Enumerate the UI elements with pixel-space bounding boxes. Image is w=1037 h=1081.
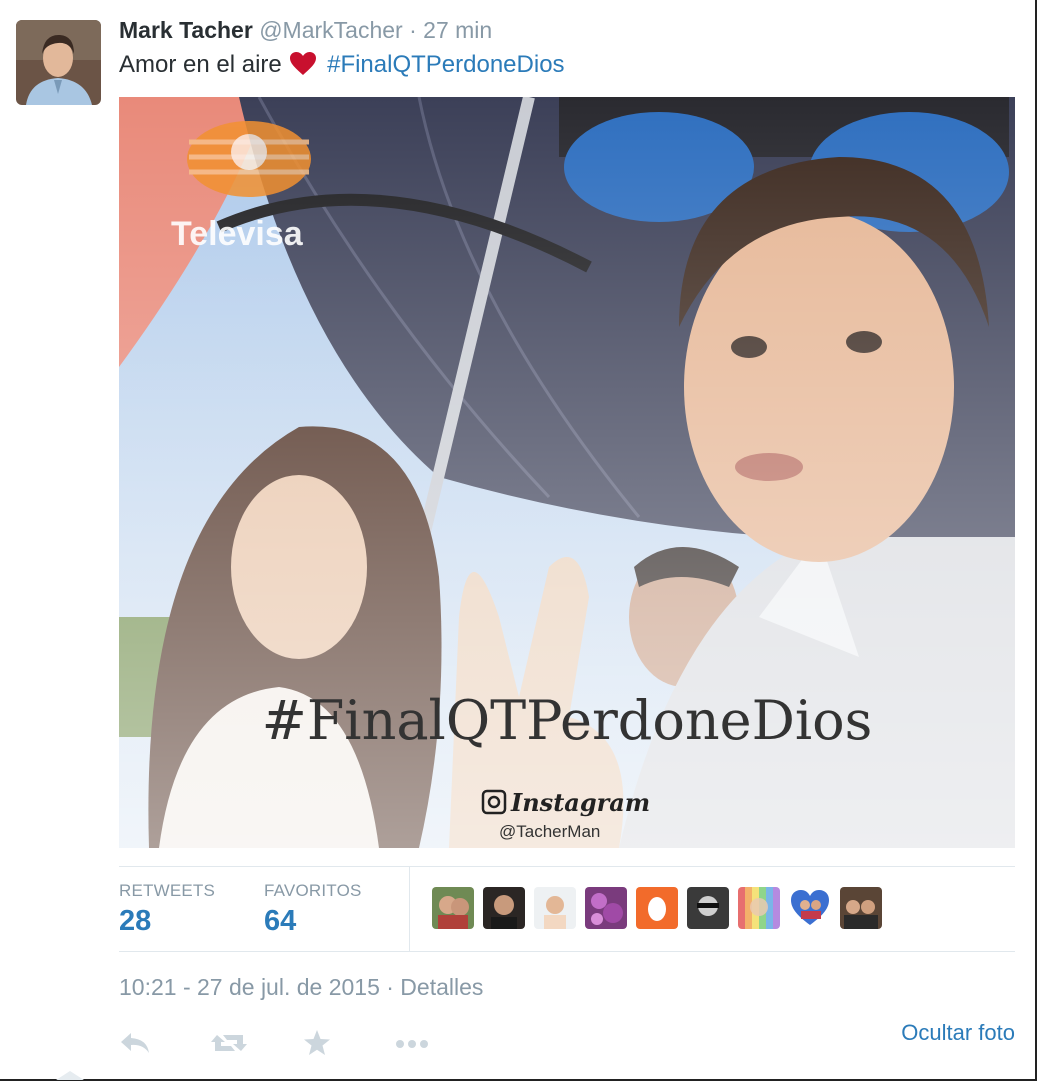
retweets-count: 28 <box>119 905 152 937</box>
photo-overlay-hashtag: #FinalQTPerdoneDios <box>262 689 873 752</box>
tweet-body: Amor en el aire <box>119 51 282 78</box>
tweet-text: Amor en el aire #FinalQTPerdoneDios <box>119 48 565 86</box>
author-handle[interactable]: @MarkTacher <box>259 17 403 43</box>
avatar[interactable] <box>483 887 525 929</box>
avatar[interactable] <box>840 887 882 929</box>
retweet-button[interactable] <box>211 1030 303 1060</box>
favorites-count: 64 <box>264 905 297 937</box>
instagram-label: Instagram <box>510 788 650 817</box>
more-button[interactable] <box>395 1030 487 1060</box>
tweet-timestamp[interactable]: 10:21 - 27 de jul. de 2015 · Detalles <box>119 974 483 1001</box>
favorite-button[interactable] <box>303 1029 395 1061</box>
author-name[interactable]: Mark Tacher <box>119 17 253 43</box>
avatar[interactable] <box>585 887 627 929</box>
reply-icon <box>119 1031 151 1060</box>
tweet-stats: RETWEETS 28 FAVORITOS 64 <box>119 866 1015 952</box>
avatar[interactable] <box>687 887 729 929</box>
avatar[interactable] <box>636 887 678 929</box>
header-separator: · <box>409 17 417 43</box>
tweet-actions <box>119 1029 487 1061</box>
favoriters-list <box>432 887 882 929</box>
retweet-icon <box>211 1031 247 1060</box>
tweet-photo[interactable]: Televisa #FinalQTPerdoneDios Instagram @… <box>119 97 1015 848</box>
avatar[interactable] <box>534 887 576 929</box>
retweets-label: RETWEETS <box>119 881 216 900</box>
stats-divider <box>409 867 410 951</box>
hashtag-link[interactable]: #FinalQTPerdoneDios <box>327 51 564 78</box>
avatar[interactable] <box>432 887 474 929</box>
tweet-header: Mark Tacher @MarkTacher · 27 min <box>119 14 492 46</box>
author-avatar[interactable] <box>16 20 101 105</box>
avatar[interactable] <box>789 887 831 929</box>
tooltip-caret <box>56 1071 84 1080</box>
heart-icon <box>290 52 317 86</box>
favorites-label: FAVORITOS <box>264 881 362 900</box>
televisa-watermark: Televisa <box>171 215 304 253</box>
avatar[interactable] <box>738 887 780 929</box>
reply-button[interactable] <box>119 1030 211 1060</box>
tweet-time[interactable]: 27 min <box>423 17 492 43</box>
hide-photo-link[interactable]: Ocultar foto <box>901 1020 1015 1046</box>
retweets-stat[interactable]: RETWEETS 28 <box>119 881 215 938</box>
star-icon <box>303 1029 331 1061</box>
instagram-handle: @TacherMan <box>499 822 600 841</box>
more-icon <box>395 1036 429 1054</box>
favorites-stat[interactable]: FAVORITOS 64 <box>264 881 362 938</box>
